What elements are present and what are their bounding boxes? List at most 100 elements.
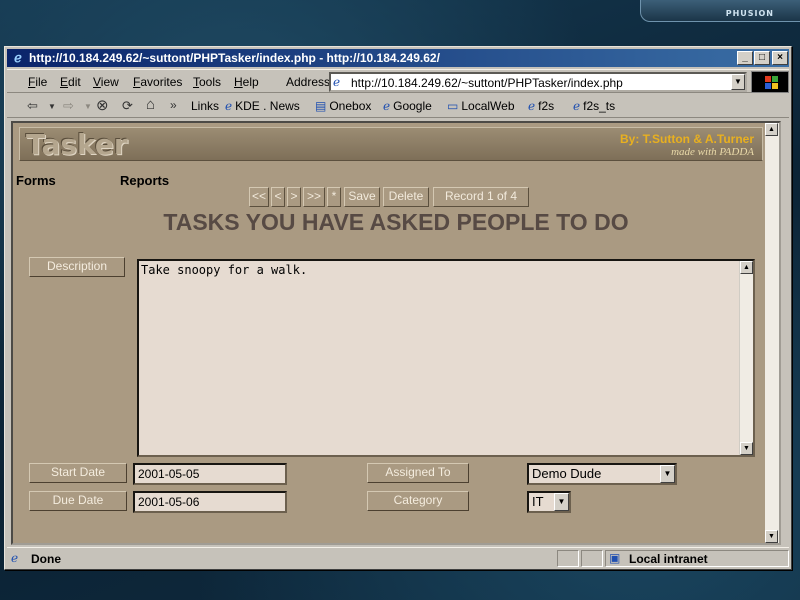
link-icon: ℯ — [528, 99, 536, 113]
category-label: Category — [367, 491, 469, 511]
page-content: Tasker By: T.Sutton & A.Turner made with… — [11, 121, 781, 545]
nav-reports[interactable]: Reports — [120, 173, 169, 188]
menu-edit-key: E — [60, 75, 69, 89]
first-record-button[interactable]: << — [249, 187, 269, 207]
menu-tools-rest: ools — [199, 75, 222, 89]
description-textarea[interactable]: Take snoopy for a walk. ▲ ▼ — [137, 259, 755, 457]
menu-tools[interactable]: Tools — [193, 75, 221, 89]
link-icon: ℯ — [383, 99, 391, 113]
link-onebox[interactable]: ▤ Onebox — [315, 99, 371, 113]
link-icon: ℯ — [225, 99, 233, 113]
menu-view-rest: iew — [100, 75, 119, 89]
status-bar: ℯ Done ▣ Local intranet — [7, 547, 789, 567]
menu-help-rest: elp — [242, 75, 259, 89]
close-button[interactable]: × — [772, 51, 788, 65]
tasker-banner: Tasker By: T.Sutton & A.Turner made with… — [19, 127, 763, 161]
home-icon[interactable]: ⌂ — [146, 96, 155, 113]
start-date-label: Start Date — [29, 463, 127, 483]
link-icon: ℯ — [573, 99, 581, 113]
chevron-down-icon[interactable]: ▼ — [660, 465, 675, 483]
description-value: Take snoopy for a walk. — [141, 263, 308, 277]
links-label: Links — [191, 99, 220, 113]
status-text: Done — [31, 552, 61, 566]
link-localweb[interactable]: ▭ LocalWeb — [447, 99, 515, 113]
phusion-badge: PHUSION — [640, 0, 800, 22]
menu-edit-rest: dit — [68, 75, 81, 89]
assigned-to-select[interactable]: Demo Dude ▼ — [527, 463, 677, 485]
intranet-icon: ▣ — [609, 551, 621, 565]
scroll-up-icon[interactable]: ▲ — [740, 261, 753, 274]
page-icon: ℯ — [333, 75, 341, 89]
link-google[interactable]: ℯ Google — [383, 99, 432, 113]
address-dropdown-button[interactable]: ▼ — [731, 74, 745, 90]
status-cell-2 — [581, 550, 603, 567]
title-bar[interactable]: ℯ http://10.184.249.62/~suttont/PHPTaske… — [7, 49, 789, 67]
menu-file-rest: ile — [35, 75, 48, 89]
link-icon: ▭ — [447, 99, 459, 113]
stop-icon[interactable]: ⊗ — [96, 96, 109, 114]
menu-favorites-rest: avorites — [140, 75, 183, 89]
nav-forms[interactable]: Forms — [16, 173, 56, 188]
refresh-icon[interactable]: ⟳ — [122, 98, 133, 114]
due-date-input[interactable]: 2001-05-06 — [133, 491, 287, 513]
menu-help[interactable]: Help — [234, 75, 259, 89]
menu-edit[interactable]: Edit — [60, 75, 81, 89]
link-f2s[interactable]: ℯ f2s — [528, 99, 554, 113]
link-onebox-label: Onebox — [329, 99, 372, 113]
link-kde-news[interactable]: ℯ KDE . News — [225, 99, 300, 113]
phusion-badge-text: PHUSION — [725, 9, 774, 18]
window-title: http://10.184.249.62/~suttont/PHPTasker/… — [29, 51, 440, 65]
link-f2s-ts-label: f2s_ts — [583, 99, 616, 113]
description-label: Description — [29, 257, 125, 277]
link-localweb-label: LocalWeb — [461, 99, 515, 113]
last-record-button[interactable]: >> — [303, 187, 325, 207]
prev-record-button[interactable]: < — [271, 187, 285, 207]
menu-file[interactable]: File — [28, 75, 47, 89]
back-icon[interactable]: ⇦ — [27, 98, 38, 114]
assigned-to-value: Demo Dude — [532, 466, 602, 481]
back-dropdown-icon[interactable]: ▼ — [48, 102, 56, 111]
address-label: Address — [286, 75, 331, 89]
menu-view[interactable]: View — [93, 75, 119, 89]
scroll-up-icon[interactable]: ▲ — [765, 123, 778, 136]
chevron-down-icon[interactable]: ▼ — [554, 493, 569, 511]
maximize-button[interactable]: □ — [754, 51, 770, 65]
delete-button[interactable]: Delete — [383, 187, 429, 207]
category-select[interactable]: IT ▼ — [527, 491, 571, 513]
next-record-button[interactable]: > — [287, 187, 301, 207]
scroll-down-icon[interactable]: ▼ — [740, 442, 753, 455]
category-value: IT — [532, 494, 544, 509]
link-kde-news-label: KDE . News — [235, 99, 300, 113]
forward-dropdown-icon[interactable]: ▼ — [84, 102, 92, 111]
new-record-button[interactable]: * — [327, 187, 341, 207]
address-input[interactable]: ℯ http://10.184.249.62/~suttont/PHPTaske… — [329, 72, 747, 92]
menu-help-key: H — [234, 75, 243, 89]
forward-icon[interactable]: ⇨ — [63, 98, 74, 114]
due-date-label: Due Date — [29, 491, 127, 511]
links-toolbar: ⇦ ▼ ⇨ ▼ ⊗ ⟳ ⌂ » Links ℯ KDE . News ▤ Onebo… — [7, 94, 789, 118]
menu-favorites[interactable]: Favorites — [133, 75, 182, 89]
record-indicator: Record 1 of 4 — [433, 187, 529, 207]
menu-bar: File Edit View Favorites Tools Help Addr… — [7, 69, 789, 93]
page-done-icon: ℯ — [11, 551, 19, 565]
start-date-input[interactable]: 2001-05-05 — [133, 463, 287, 485]
banner-credit: By: T.Sutton & A.Turner — [620, 132, 754, 146]
page-heading: TASKS YOU HAVE ASKED PEOPLE TO DO — [163, 209, 629, 235]
link-icon: ▤ — [315, 99, 327, 113]
zone-text: Local intranet — [629, 552, 708, 566]
menu-view-key: V — [93, 75, 101, 89]
ie-logo-icon: ℯ — [14, 50, 22, 65]
description-scrollbar[interactable]: ▲ ▼ — [739, 261, 753, 455]
banner-made-with: made with PADDA — [671, 146, 754, 158]
banner-logo: Tasker — [26, 128, 128, 161]
link-f2s-ts[interactable]: ℯ f2s_ts — [573, 99, 615, 113]
toolbar-more-icon[interactable]: » — [170, 98, 177, 112]
scroll-down-icon[interactable]: ▼ — [765, 530, 778, 543]
minimize-button[interactable]: _ — [737, 51, 753, 65]
link-f2s-label: f2s — [538, 99, 555, 113]
page-scrollbar[interactable]: ▲ ▼ — [765, 123, 779, 543]
windows-logo-icon — [751, 71, 789, 93]
save-button[interactable]: Save — [344, 187, 380, 207]
link-google-label: Google — [393, 99, 432, 113]
address-value: http://10.184.249.62/~suttont/PHPTasker/… — [351, 76, 623, 90]
